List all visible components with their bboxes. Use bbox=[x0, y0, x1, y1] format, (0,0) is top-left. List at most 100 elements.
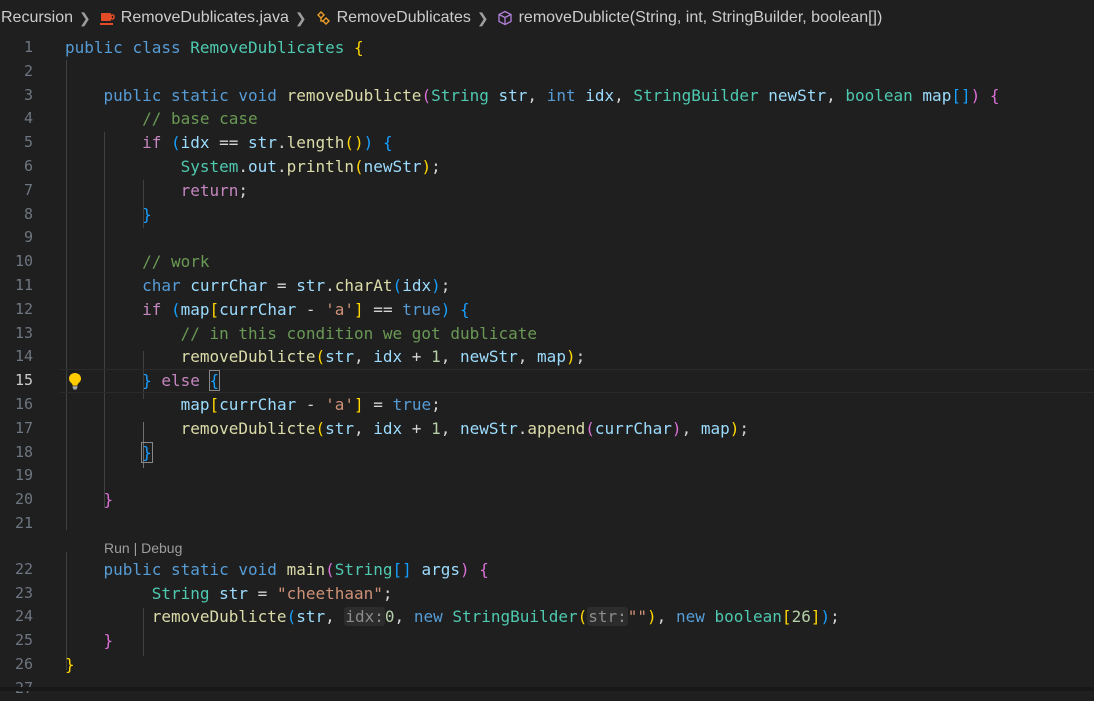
code-token: currChar bbox=[219, 395, 296, 414]
breadcrumb-folder[interactable]: Recursion bbox=[1, 9, 73, 27]
line-number: 6 bbox=[0, 155, 33, 179]
line-number: 9 bbox=[0, 226, 33, 250]
code-line[interactable]: 9 bbox=[0, 226, 1094, 250]
code-editor[interactable]: 1public class RemoveDublicates { 2 3 pub… bbox=[0, 36, 1094, 701]
code-token: ] bbox=[354, 395, 364, 414]
code-line[interactable]: 20 } bbox=[0, 488, 1094, 512]
code-token: [ bbox=[210, 300, 220, 319]
code-token: removeDublicte bbox=[181, 419, 316, 438]
breadcrumb-method[interactable]: removeDublicte(String, int, StringBuilde… bbox=[496, 9, 883, 27]
code-line[interactable]: 4 // base case bbox=[0, 107, 1094, 131]
code-token: currChar bbox=[595, 419, 672, 438]
code-comment: // in this condition we got dublicate bbox=[181, 324, 537, 343]
code-token: { bbox=[210, 371, 220, 390]
code-token: ) bbox=[566, 347, 576, 366]
breadcrumb-file[interactable]: RemoveDublicates.java bbox=[98, 9, 289, 27]
code-token: newStr bbox=[768, 86, 826, 105]
code-line[interactable]: 21 bbox=[0, 512, 1094, 536]
code-token: ) bbox=[441, 300, 451, 319]
code-token: true bbox=[393, 395, 432, 414]
debug-codelens[interactable]: Debug bbox=[141, 540, 182, 556]
code-token: public bbox=[65, 38, 123, 57]
code-token: } bbox=[142, 371, 152, 390]
code-line[interactable]: 8 } bbox=[0, 203, 1094, 227]
code-token: ( bbox=[315, 347, 325, 366]
code-line[interactable]: 7 return; bbox=[0, 179, 1094, 203]
code-token: ( bbox=[585, 419, 595, 438]
code-token: str bbox=[499, 86, 528, 105]
code-token: idx bbox=[373, 347, 402, 366]
code-token: idx bbox=[373, 419, 402, 438]
chevron-right-icon: ❯ bbox=[79, 10, 91, 27]
line-number: 4 bbox=[0, 107, 33, 131]
line-number: 2 bbox=[0, 60, 33, 84]
code-line[interactable]: 17 removeDublicte(str, idx + 1, newStr.a… bbox=[0, 417, 1094, 441]
chevron-right-icon: ❯ bbox=[477, 10, 489, 27]
code-token: str bbox=[325, 347, 354, 366]
code-number: 1 bbox=[431, 347, 441, 366]
code-line[interactable]: 18 } bbox=[0, 441, 1094, 465]
code-token: str bbox=[248, 133, 277, 152]
code-line[interactable]: 22 public static void main(String[] args… bbox=[0, 558, 1094, 582]
codelens: Run | Debug bbox=[0, 536, 1094, 558]
code-line[interactable]: 3 public static void removeDublicte(Stri… bbox=[0, 84, 1094, 108]
code-token: static bbox=[171, 86, 229, 105]
code-line[interactable]: 11 char currChar = str.charAt(idx); bbox=[0, 274, 1094, 298]
code-token: String bbox=[152, 584, 210, 603]
code-token: map bbox=[181, 395, 210, 414]
code-token: ( bbox=[421, 86, 431, 105]
code-token: void bbox=[238, 560, 277, 579]
code-line[interactable]: 6 System.out.println(newStr); bbox=[0, 155, 1094, 179]
code-token: ( bbox=[325, 560, 335, 579]
code-token: idx bbox=[181, 133, 210, 152]
code-line[interactable]: 13 // in this condition we got dublicate bbox=[0, 322, 1094, 346]
code-token: int bbox=[547, 86, 576, 105]
code-token: removeDublicte bbox=[287, 86, 422, 105]
line-number: 19 bbox=[0, 464, 33, 488]
code-line[interactable]: 10 // work bbox=[0, 250, 1094, 274]
code-token: charAt bbox=[335, 276, 393, 295]
code-line[interactable]: 24 removeDublicte(str, idx:0, new String… bbox=[0, 605, 1094, 629]
run-codelens[interactable]: Run bbox=[104, 540, 130, 556]
code-line[interactable]: 12 if (map[currChar - 'a'] == true) { bbox=[0, 298, 1094, 322]
code-token: } bbox=[104, 631, 114, 650]
code-line[interactable]: 23 String str = "cheethaan"; bbox=[0, 582, 1094, 606]
line-number: 18 bbox=[0, 441, 33, 465]
code-line[interactable]: 5 if (idx == str.length()) { bbox=[0, 131, 1094, 155]
code-comment: // work bbox=[142, 252, 209, 271]
code-token: str bbox=[296, 607, 325, 626]
breadcrumb-class[interactable]: RemoveDublicates bbox=[314, 9, 471, 27]
code-token: main bbox=[287, 560, 326, 579]
code-token: idx bbox=[585, 86, 614, 105]
code-line[interactable]: 19 bbox=[0, 464, 1094, 488]
code-token: ) bbox=[730, 419, 740, 438]
code-token: newStr bbox=[364, 157, 422, 176]
java-file-icon bbox=[98, 9, 116, 27]
code-line[interactable]: 26} bbox=[0, 653, 1094, 677]
line-number: 8 bbox=[0, 203, 33, 227]
code-line[interactable]: 14 removeDublicte(str, idx + 1, newStr, … bbox=[0, 345, 1094, 369]
code-token: } bbox=[65, 655, 75, 674]
code-token: System bbox=[181, 157, 239, 176]
code-string: "" bbox=[628, 607, 647, 626]
line-number: 25 bbox=[0, 629, 33, 653]
code-line[interactable]: 25 } bbox=[0, 629, 1094, 653]
code-line[interactable]: 2 bbox=[0, 60, 1094, 84]
code-token: ] bbox=[354, 300, 364, 319]
code-line[interactable]: 1public class RemoveDublicates { bbox=[0, 36, 1094, 60]
code-token: str bbox=[219, 584, 248, 603]
code-token: ( bbox=[287, 607, 297, 626]
code-token: ) bbox=[971, 86, 981, 105]
line-number: 14 bbox=[0, 345, 33, 369]
code-line-current[interactable]: 15 } else { bbox=[0, 369, 1094, 393]
code-token: ) bbox=[431, 276, 441, 295]
code-token: else bbox=[161, 371, 200, 390]
line-number: 1 bbox=[0, 36, 33, 60]
class-icon bbox=[314, 9, 332, 27]
code-line[interactable]: 16 map[currChar - 'a'] = true; bbox=[0, 393, 1094, 417]
code-token: [ bbox=[782, 607, 792, 626]
code-token: [] bbox=[951, 86, 970, 105]
code-token: { bbox=[479, 560, 489, 579]
code-token: char bbox=[142, 276, 181, 295]
code-token: removeDublicte bbox=[181, 347, 316, 366]
